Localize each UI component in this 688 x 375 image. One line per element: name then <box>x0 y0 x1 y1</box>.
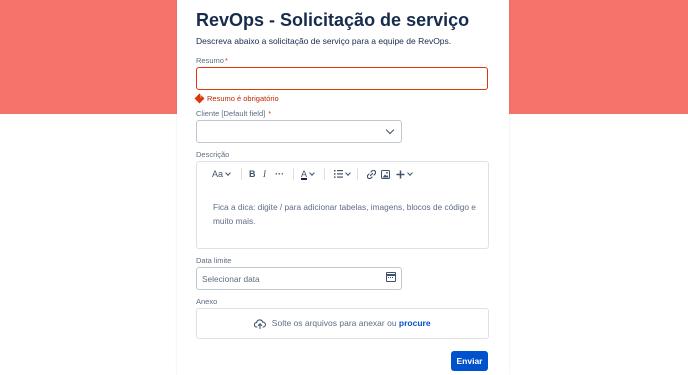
editor-placeholder-hint: Fica a dica: digite / para adicionar tab… <box>213 202 476 226</box>
image-button[interactable] <box>381 167 390 181</box>
dropzone-text: Solte os arquivos para anexar ou <box>271 318 397 328</box>
toolbar-divider <box>357 168 358 180</box>
more-formatting-button[interactable]: ··· <box>275 167 284 181</box>
cloud-upload-icon <box>254 319 267 329</box>
page-subtitle: Descreva abaixo a solicitação de serviço… <box>196 36 452 46</box>
page-title: RevOps - Solicitação de serviço <box>196 10 470 30</box>
resumo-input[interactable] <box>196 67 488 90</box>
insert-button[interactable] <box>396 167 413 181</box>
text-style-label: Aa <box>212 169 224 179</box>
chevron-down-icon <box>407 170 413 176</box>
attachment-dropzone[interactable]: Solte os arquivos para anexar ou procure <box>196 308 489 339</box>
chevron-down-icon <box>225 170 231 176</box>
link-icon <box>367 169 376 179</box>
resumo-error-message: Resumo é obrigatório <box>194 93 279 104</box>
descricao-label: Descrição <box>196 150 230 159</box>
resumo-error-text: Resumo é obrigatório <box>207 94 279 103</box>
browse-files-link[interactable]: procure <box>399 318 431 328</box>
text-color-button[interactable]: A <box>301 167 315 181</box>
calendar-icon[interactable] <box>386 272 396 282</box>
required-marker: * <box>268 109 272 118</box>
date-placeholder: Selecionar data <box>202 274 260 284</box>
plus-icon <box>396 170 405 178</box>
cliente-label-text: Cliente [Default field] <box>196 109 266 118</box>
cliente-label: Cliente [Default field] * <box>196 109 271 118</box>
descricao-editor[interactable]: Aa B I ··· A Fica a dica: digite / para … <box>196 161 489 249</box>
text-color-label: A <box>301 169 308 179</box>
anexo-label: Anexo <box>196 297 218 306</box>
text-style-button[interactable]: Aa <box>212 167 231 181</box>
toolbar-divider <box>324 168 325 180</box>
error-icon <box>194 93 205 104</box>
bold-button[interactable]: B <box>249 167 256 181</box>
list-button[interactable] <box>334 167 351 181</box>
chevron-down-icon <box>309 170 315 176</box>
link-button[interactable] <box>367 167 376 181</box>
resumo-label-text: Resumo <box>196 56 224 65</box>
toolbar-divider <box>293 168 294 180</box>
required-marker: * <box>224 56 228 65</box>
resumo-label: Resumo* <box>196 56 228 65</box>
chevron-down-icon <box>345 170 351 176</box>
editor-toolbar: Aa B I ··· A <box>197 162 488 186</box>
chevron-down-icon <box>385 125 395 135</box>
cliente-select[interactable] <box>196 120 402 143</box>
submit-button[interactable]: Enviar <box>451 351 488 371</box>
date-picker-input[interactable]: Selecionar data <box>196 267 402 290</box>
data-limite-label: Data limite <box>196 256 232 265</box>
image-icon <box>381 169 390 179</box>
bullet-list-icon <box>334 170 343 178</box>
italic-button[interactable]: I <box>263 167 266 181</box>
toolbar-divider <box>241 168 242 180</box>
dropzone-content: Solte os arquivos para anexar ou procure <box>197 318 488 329</box>
